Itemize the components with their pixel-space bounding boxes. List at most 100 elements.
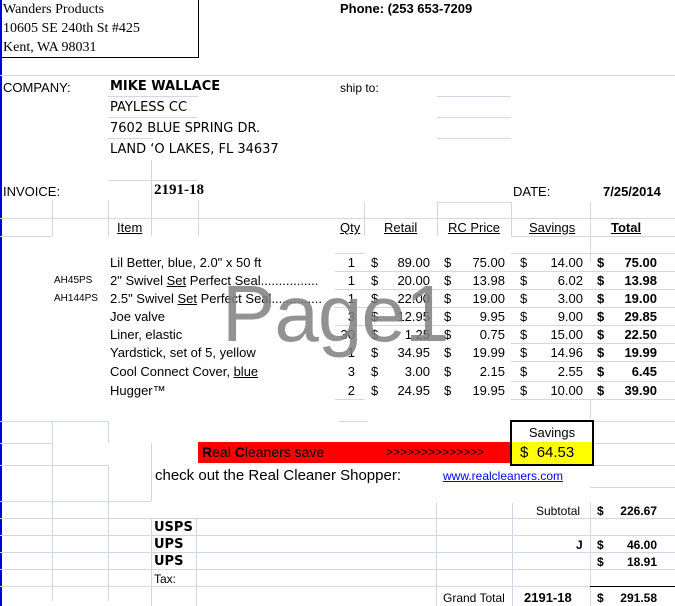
item-retail: 89.00 [397, 255, 430, 270]
gridline [437, 138, 511, 139]
shipping-amount-2: 46.00 [626, 538, 657, 552]
item-text: Liner, elastic [110, 327, 183, 342]
invoice-label: INVOICE: [3, 184, 61, 199]
savings-currency: $ [520, 309, 528, 324]
gridline [151, 518, 152, 606]
rc-currency: $ [444, 273, 452, 288]
tax-label: Tax: [154, 572, 177, 586]
grand-total-value: 291.58 [620, 591, 657, 605]
item-text: Hugger™ [110, 383, 166, 398]
item-text: Yardstick, set of 5, yellow [110, 345, 256, 360]
vendor-city: Kent, WA 98031 [3, 40, 97, 55]
gridline [108, 465, 109, 601]
item-savings: 15.00 [550, 327, 583, 342]
savings-currency: $ [520, 345, 528, 360]
item-total: 13.98 [624, 273, 657, 288]
shipping-currency-3: $ [597, 555, 604, 569]
grand-total-border [590, 586, 675, 587]
grand-total-label: Grand Total [443, 591, 505, 605]
item-total: 75.00 [624, 255, 657, 270]
gridline [511, 236, 675, 237]
company-label: COMPANY: [3, 80, 71, 95]
item-description: Lil Better, blue, 2.0" x 50 ft [110, 254, 261, 272]
item-description: Hugger™ [110, 382, 166, 400]
gridline [590, 421, 675, 422]
gridline [151, 443, 152, 465]
savings-currency: $ [520, 273, 528, 288]
item-retail: 12.95 [397, 309, 430, 324]
total-currency: $ [597, 364, 605, 379]
promo-arrows: >>>>>>>>>>>>>> [386, 445, 485, 459]
gridline [590, 443, 675, 444]
gridline [590, 465, 675, 466]
total-currency: $ [597, 255, 605, 270]
item-underlined-text: Set [177, 291, 197, 306]
item-rc-price: 2.15 [479, 364, 505, 379]
shipping-carrier-1: USPS [154, 520, 193, 535]
shipping-currency-2: $ [597, 538, 604, 552]
rc-currency: $ [444, 364, 452, 379]
gridline [108, 200, 109, 236]
item-retail: 1.25 [404, 327, 430, 342]
item-text: Cool Connect Cover, [110, 364, 234, 379]
customer-city: LAND ‘O LAKES, FL 34637 [110, 142, 279, 157]
gridline [590, 487, 675, 488]
gridline [437, 117, 511, 118]
item-text: Lil Better, blue, 2.0" x 50 ft [110, 255, 262, 270]
invoice-number: 2191-18 [154, 182, 204, 198]
item-savings: 2.55 [557, 364, 583, 379]
gridline [196, 518, 197, 606]
date-label: DATE: [513, 184, 551, 199]
retail-currency: $ [371, 309, 379, 324]
savings-currency: $ [520, 383, 528, 398]
total-currency: $ [597, 273, 605, 288]
header-item: Item [117, 220, 143, 235]
savings-box-value: $ 64.53 [512, 442, 592, 464]
gridline [0, 236, 52, 237]
gridline [0, 421, 108, 422]
savings-currency: $ [520, 364, 528, 379]
shopper-text: check out the Real Cleaner Shopper: [155, 467, 401, 484]
gridline [198, 200, 199, 236]
table-row: Lil Better, blue, 2.0" x 50 ft 1 $89.00 $75… [0, 254, 675, 272]
gridline [436, 503, 437, 606]
subtotal-label: Subtotal [536, 504, 581, 518]
item-total: 39.90 [624, 383, 657, 398]
item-description: 2.5" Swivel Set Perfect Seal............… [110, 290, 322, 308]
shopper-link[interactable]: www.realcleaners.com [443, 469, 563, 483]
total-currency: $ [597, 309, 605, 324]
gridline [512, 503, 513, 606]
retail-currency: $ [371, 364, 379, 379]
shipping-amount-3: 18.91 [626, 555, 657, 569]
table-row: Yardstick, set of 5, yellow 1 $34.95 $19.99… [0, 344, 675, 362]
gridline [151, 465, 152, 501]
shipping-mark-2: J [576, 538, 583, 552]
item-suffix: Perfect Seal................ [186, 273, 319, 288]
customer-name: MIKE WALLACE [110, 79, 221, 94]
table-row: Cool Connect Cover, blue 3 $3.00 $2.15 $2.55… [0, 363, 675, 381]
gridline [0, 535, 675, 536]
vendor-name: Wanders Products [3, 2, 105, 17]
grand-total-invoice: 2191-18 [524, 590, 572, 605]
item-savings: 10.00 [550, 383, 583, 398]
gridline [52, 421, 53, 601]
item-total: 22.50 [624, 327, 657, 342]
total-currency: $ [597, 327, 605, 342]
item-savings: 14.00 [550, 255, 583, 270]
item-retail: 20.00 [397, 273, 430, 288]
item-code: AH45PS [54, 275, 93, 286]
item-underlined-text: blue [233, 364, 259, 379]
item-savings: 6.02 [557, 273, 583, 288]
rc-currency: $ [444, 345, 452, 360]
gridline [0, 501, 151, 502]
shipping-carrier-2: UPS [154, 537, 184, 552]
item-rc-price: 75.00 [472, 255, 505, 270]
savings-amount: 64.53 [536, 444, 575, 461]
shipping-carrier-3: UPS [154, 554, 184, 569]
item-total: 19.99 [624, 345, 657, 360]
table-row: Hugger™ 2 $24.95 $19.95 $10.00 $39.90 [0, 382, 675, 400]
header-qty: Qty [340, 220, 361, 235]
gridline [52, 200, 53, 236]
item-retail: 3.00 [404, 364, 430, 379]
gridline [364, 202, 365, 236]
